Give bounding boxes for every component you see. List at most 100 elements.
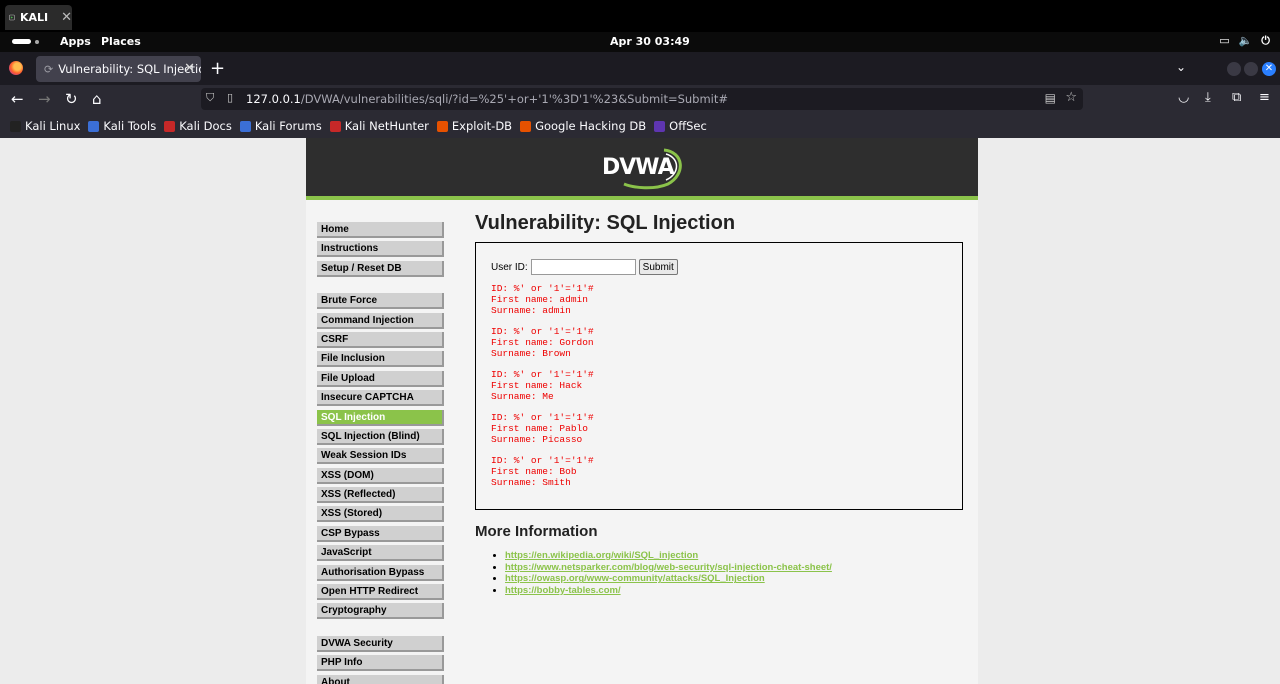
userid-input[interactable]: [530, 259, 636, 275]
bookmark-favicon-icon: [436, 120, 448, 132]
url-host: 127.0.0.1: [246, 92, 301, 106]
menu-item-javascript[interactable]: JavaScript: [317, 545, 444, 562]
host-tab[interactable]: KALI ✕: [5, 5, 72, 30]
power-icon: ⏻: [1261, 34, 1270, 47]
bookmark-item[interactable]: OffSec: [654, 119, 707, 133]
extensions-icon[interactable]: ⧉: [1232, 90, 1241, 105]
result-id: ID: %' or '1'='1'#: [491, 369, 594, 380]
result-record: ID: %' or '1'='1'# First name: Bob Surname…: [491, 455, 947, 488]
url-bar[interactable]: ⛉ ▯ 127.0.0.1/DVWA/vulnerabilities/sqli/…: [201, 88, 1083, 110]
menu-item-xss-dom[interactable]: XSS (DOM): [317, 467, 444, 484]
bookmark-item[interactable]: Kali Linux: [10, 119, 80, 133]
window-close-button[interactable]: ✕: [1262, 62, 1276, 76]
volume-icon: 🔈: [1238, 34, 1253, 47]
menu-item-brute-force[interactable]: Brute Force: [317, 293, 444, 310]
new-tab-button[interactable]: +: [210, 58, 225, 79]
host-tab-close-icon[interactable]: ✕: [61, 10, 72, 25]
browser-tab[interactable]: ⟳ Vulnerability: SQL Injectio ✕: [36, 56, 201, 82]
activities-indicator[interactable]: [12, 39, 31, 44]
apps-menu[interactable]: Apps: [60, 35, 91, 48]
places-menu[interactable]: Places: [101, 35, 141, 48]
reader-view-icon[interactable]: ▤: [1045, 91, 1056, 105]
menu-item-authorisation-bypass[interactable]: Authorisation Bypass: [317, 564, 444, 581]
menu-item-home[interactable]: Home: [317, 222, 444, 238]
userid-label: User ID:: [491, 261, 528, 273]
result-id: ID: %' or '1'='1'#: [491, 455, 594, 466]
chevron-down-icon[interactable]: ⌄: [1176, 60, 1186, 74]
system-tray[interactable]: ▭ 🔈 ⏻: [1219, 34, 1270, 48]
submit-button[interactable]: Submit: [638, 259, 678, 275]
bookmark-favicon-icon: [654, 120, 666, 132]
menu-item-about[interactable]: About: [317, 674, 444, 684]
minimize-button[interactable]: [1227, 62, 1241, 76]
result-first: First name: Gordon: [491, 337, 594, 348]
menu-item-command-injection[interactable]: Command Injection: [317, 312, 444, 329]
bookmark-favicon-icon: [10, 120, 21, 132]
shield-icon[interactable]: ⛉: [206, 91, 214, 105]
menu-separator: [317, 280, 444, 293]
menu-item-xss-stored[interactable]: XSS (Stored): [317, 506, 444, 523]
menu-item-file-inclusion[interactable]: File Inclusion: [317, 351, 444, 368]
url-path: /DVWA/vulnerabilities/sqli/?id=%25'+or+'…: [300, 92, 729, 106]
reference-link[interactable]: https://en.wikipedia.org/wiki/SQL_inject…: [505, 550, 698, 561]
menu-item-dvwa-security[interactable]: DVWA Security: [317, 635, 444, 652]
downloads-icon[interactable]: ⤓: [1205, 90, 1211, 105]
reference-link[interactable]: https://bobby-tables.com/: [505, 585, 621, 596]
menu-item-csp-bypass[interactable]: CSP Bypass: [317, 525, 444, 542]
tab-close-icon[interactable]: ✕: [184, 61, 195, 76]
result-record: ID: %' or '1'='1'# First name: admin Surna…: [491, 283, 947, 316]
workspace-dot: [35, 40, 39, 44]
menu-icon[interactable]: ≡: [1259, 90, 1270, 105]
menu-item-file-upload[interactable]: File Upload: [317, 370, 444, 387]
reference-link[interactable]: https://www.netsparker.com/blog/web-secu…: [505, 562, 832, 573]
menu-separator: [317, 623, 444, 636]
bookmark-label: Kali Linux: [25, 119, 81, 133]
page-info-icon[interactable]: ▯: [227, 91, 233, 104]
bookmark-item[interactable]: Exploit-DB: [436, 119, 512, 133]
browser-tab-strip: ⟳ Vulnerability: SQL Injectio ✕ + ⌄ ✕: [0, 52, 1280, 85]
bookmark-item[interactable]: Kali NetHunter: [329, 119, 429, 133]
dvwa-logo[interactable]: DVWA: [602, 155, 675, 180]
bookmark-label: OffSec: [669, 119, 707, 133]
bookmark-item[interactable]: Kali Docs: [164, 119, 232, 133]
list-item: https://en.wikipedia.org/wiki/SQL_inject…: [505, 550, 965, 562]
menu-item-setup-reset-db[interactable]: Setup / Reset DB: [317, 260, 444, 277]
clock[interactable]: Apr 30 03:49: [610, 35, 690, 48]
menu-item-xss-reflected[interactable]: XSS (Reflected): [317, 487, 444, 504]
menu-item-sql-injection-blind[interactable]: SQL Injection (Blind): [317, 428, 444, 445]
bookmark-item[interactable]: Kali Tools: [88, 119, 156, 133]
browser-tab-title: Vulnerability: SQL Injectio: [58, 62, 201, 76]
result-record: ID: %' or '1'='1'# First name: Hack Surnam…: [491, 369, 947, 402]
menu-item-php-info[interactable]: PHP Info: [317, 655, 444, 672]
menu-item-insecure-captcha[interactable]: Insecure CAPTCHA: [317, 390, 444, 407]
bookmark-item[interactable]: Kali Forums: [239, 119, 322, 133]
menu-item-weak-session-ids[interactable]: Weak Session IDs: [317, 448, 444, 465]
menu-item-sql-injection[interactable]: SQL Injection: [317, 409, 444, 426]
menu-item-cryptography[interactable]: Cryptography: [317, 603, 444, 620]
userid-form: User ID: Submit: [491, 259, 947, 275]
bookmark-label: Kali Tools: [103, 119, 157, 133]
menu-item-csrf[interactable]: CSRF: [317, 331, 444, 348]
maximize-button[interactable]: [1244, 62, 1258, 76]
dvwa-side-menu: Home Instructions Setup / Reset DB Brute Fo…: [317, 222, 444, 684]
bookmark-item[interactable]: Google Hacking DB: [520, 119, 646, 133]
url-text[interactable]: 127.0.0.1/DVWA/vulnerabilities/sqli/?id=…: [246, 92, 728, 106]
result-first: First name: Pablo: [491, 423, 588, 434]
menu-item-open-http-redirect[interactable]: Open HTTP Redirect: [317, 584, 444, 601]
home-icon[interactable]: ⌂: [92, 90, 102, 108]
bookmark-favicon-icon: [329, 120, 341, 132]
main-content: Vulnerability: SQL Injection User ID: Su…: [475, 212, 965, 597]
result-first: First name: admin: [491, 294, 588, 305]
pocket-icon[interactable]: ◡: [1178, 90, 1189, 105]
menu-item-instructions[interactable]: Instructions: [317, 241, 444, 258]
reference-link[interactable]: https://owasp.org/www-community/attacks/…: [505, 573, 765, 584]
back-icon[interactable]: ←: [11, 90, 24, 108]
firefox-icon[interactable]: [9, 61, 23, 75]
bookmark-star-icon[interactable]: ☆: [1065, 90, 1077, 105]
kali-vm-icon: [9, 14, 15, 21]
screen-icon: ▭: [1219, 34, 1230, 47]
dvwa-page: DVWA Home Instructions Setup / Reset DB Bru…: [306, 138, 978, 684]
reload-icon[interactable]: ↻: [65, 90, 78, 108]
host-title-bar: KALI ✕: [0, 0, 1280, 32]
forward-icon[interactable]: →: [38, 90, 51, 108]
